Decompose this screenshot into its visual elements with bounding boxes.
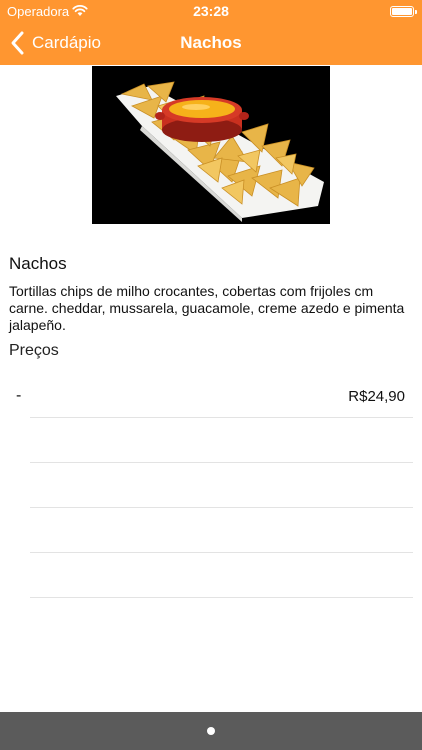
product-description: Tortillas chips de milho crocantes, cobe… — [9, 283, 405, 333]
back-button[interactable]: Cardápio — [8, 29, 101, 57]
nav-bar: Cardápio Nachos — [0, 22, 422, 65]
list-separator — [30, 552, 413, 553]
list-separator — [30, 597, 413, 598]
bottom-bar — [0, 712, 422, 750]
list-separator — [30, 462, 413, 463]
price-row: - R$24,90 — [0, 378, 422, 418]
status-bar: Operadora 23:28 — [0, 0, 422, 22]
top-bar: Operadora 23:28 Cardápio Nachos — [0, 0, 422, 65]
nachos-photo-icon — [92, 66, 330, 224]
list-separator — [30, 507, 413, 508]
product-image — [92, 66, 330, 224]
status-time: 23:28 — [193, 3, 229, 19]
chevron-left-icon — [11, 31, 24, 55]
product-name: Nachos — [9, 254, 67, 273]
list-separator — [30, 417, 413, 418]
battery-icon — [390, 6, 417, 17]
prices-heading: Preços — [9, 342, 59, 359]
back-label: Cardápio — [32, 33, 101, 52]
price-value: R$24,90 — [348, 388, 405, 405]
page-indicator-dot[interactable] — [207, 727, 215, 735]
price-label: - — [16, 387, 22, 404]
